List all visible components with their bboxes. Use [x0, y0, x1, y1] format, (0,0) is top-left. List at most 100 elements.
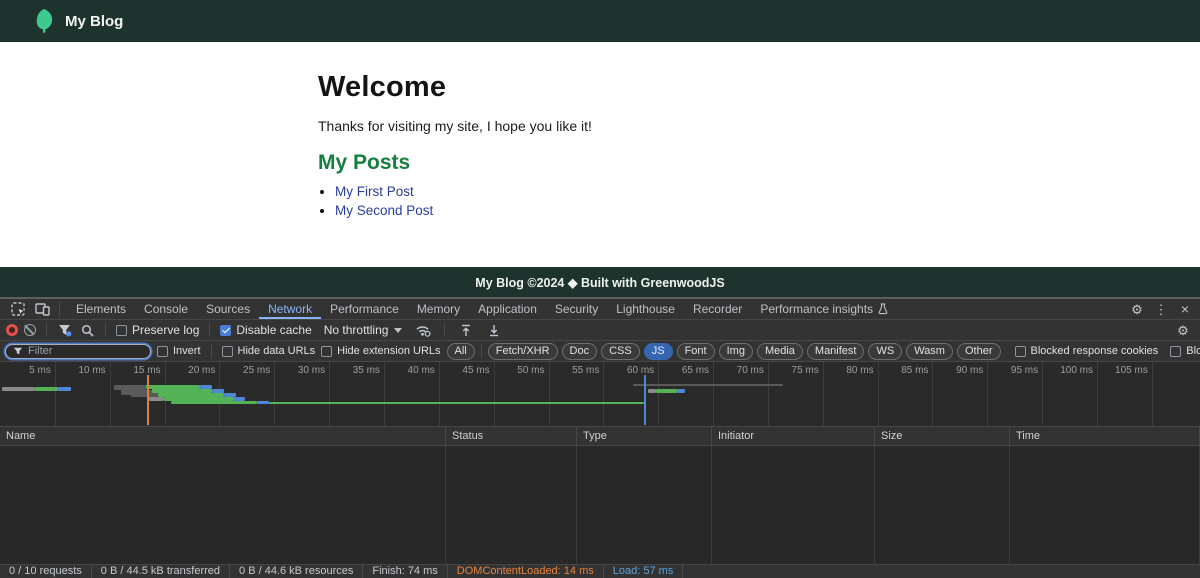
- kebab-menu-icon[interactable]: ⋮: [1150, 299, 1172, 319]
- column-header-time[interactable]: Time: [1010, 427, 1200, 445]
- filter-pill-wasm[interactable]: Wasm: [906, 343, 953, 360]
- tab-application[interactable]: Application: [469, 299, 546, 319]
- record-network-log-icon[interactable]: [6, 324, 18, 336]
- filter-pill-all[interactable]: All: [447, 343, 475, 360]
- tab-lighthouse[interactable]: Lighthouse: [607, 299, 684, 319]
- filter-input-pill[interactable]: [5, 344, 151, 359]
- column-header-type[interactable]: Type: [577, 427, 712, 445]
- screen: My Blog Welcome Thanks for visiting my s…: [0, 0, 1200, 578]
- settings-gear-icon[interactable]: ⚙: [1126, 299, 1148, 319]
- export-har-icon[interactable]: [483, 320, 505, 340]
- welcome-heading: Welcome: [318, 71, 1200, 104]
- blocked-response-cookies-checkbox[interactable]: Blocked response cookies: [1015, 345, 1159, 357]
- filter-pill-css[interactable]: CSS: [601, 343, 640, 360]
- filter-pill-img[interactable]: Img: [719, 343, 753, 360]
- clear-network-log-icon[interactable]: [24, 324, 36, 336]
- network-overview-timeline[interactable]: 5 ms10 ms15 ms20 ms25 ms30 ms35 ms40 ms4…: [0, 362, 1200, 427]
- tab-recorder[interactable]: Recorder: [684, 299, 751, 319]
- column-header-initiator[interactable]: Initiator: [712, 427, 875, 445]
- column-header-size[interactable]: Size: [875, 427, 1010, 445]
- hide-data-urls-checkbox[interactable]: Hide data URLs: [222, 345, 316, 357]
- waterfall-bar-gray: [149, 397, 164, 401]
- filter-input[interactable]: [28, 345, 128, 357]
- filter-pill-other[interactable]: Other: [957, 343, 1001, 360]
- checkbox-box[interactable]: [157, 346, 168, 357]
- timeline-tick-label: 105 ms: [1098, 365, 1148, 376]
- checkbox-label: Blocked requests: [1186, 345, 1200, 357]
- timeline-tick-label: 65 ms: [659, 365, 709, 376]
- tab-sources[interactable]: Sources: [197, 299, 259, 319]
- filter-pill-doc[interactable]: Doc: [562, 343, 598, 360]
- tab-security[interactable]: Security: [546, 299, 607, 319]
- requests-table-body[interactable]: [0, 446, 1200, 564]
- waterfall-bar-green: [35, 387, 58, 391]
- throttling-dropdown[interactable]: No throttling: [324, 323, 403, 337]
- divider: [481, 344, 482, 358]
- timeline-tick-label: 20 ms: [165, 365, 215, 376]
- checkbox-box[interactable]: [1170, 346, 1181, 357]
- network-filter-bar: Invert Hide data URLs Hide extension URL…: [0, 341, 1200, 362]
- checkbox-label: Blocked response cookies: [1031, 345, 1159, 357]
- post-link-my-second-post[interactable]: My Second Post: [335, 203, 433, 218]
- checkbox-box[interactable]: [220, 325, 231, 336]
- inspect-element-icon[interactable]: [7, 299, 29, 319]
- site-footer: My Blog ©2024 ◆ Built with GreenwoodJS: [0, 267, 1200, 297]
- close-devtools-icon[interactable]: ×: [1174, 299, 1196, 319]
- status-summary-3: Finish: 74 ms: [363, 565, 447, 578]
- filter-pill-fetch-xhr[interactable]: Fetch/XHR: [488, 343, 558, 360]
- filter-funnel-small-icon: [13, 347, 23, 356]
- column-body-time: [1010, 446, 1200, 564]
- waterfall-bar-gray: [2, 387, 35, 391]
- timeline-tick-label: 5 ms: [1, 365, 51, 376]
- preserve-log-checkbox[interactable]: Preserve log: [116, 323, 199, 337]
- devtools-tabbar: ElementsConsole Sources Network Performance…: [0, 299, 1200, 320]
- post-link-my-first-post[interactable]: My First Post: [335, 184, 414, 199]
- dcl-event-marker: [147, 375, 149, 425]
- timeline-tick-label: 75 ms: [769, 365, 819, 376]
- timeline-tick-label: 50 ms: [495, 365, 545, 376]
- status-load: Load: 57 ms: [604, 565, 684, 578]
- filter-pill-js[interactable]: JS: [644, 343, 673, 360]
- network-conditions-icon[interactable]: [412, 320, 434, 340]
- column-header-status[interactable]: Status: [446, 427, 577, 445]
- device-toolbar-icon[interactable]: [31, 299, 53, 319]
- waterfall-bar-blue: [677, 389, 685, 393]
- timeline-tick-label: 85 ms: [878, 365, 928, 376]
- experiment-flask-icon: [878, 303, 888, 315]
- filter-pill-font[interactable]: Font: [677, 343, 715, 360]
- extra-filter-checkboxes: Blocked response cookies Blocked requests…: [1015, 345, 1200, 357]
- tab-label: Sources: [206, 302, 250, 316]
- blocked-requests-checkbox[interactable]: Blocked requests: [1170, 345, 1200, 357]
- divider: [209, 323, 210, 337]
- tab-performance[interactable]: Performance: [321, 299, 408, 319]
- column-body-initiator: [712, 446, 875, 564]
- filter-funnel-icon[interactable]: [57, 320, 73, 340]
- tab-memory[interactable]: Memory: [408, 299, 469, 319]
- column-header-name[interactable]: Name: [0, 427, 446, 445]
- tab-console[interactable]: Console: [135, 299, 197, 319]
- tab-label: Network: [268, 302, 312, 316]
- filter-pill-media[interactable]: Media: [757, 343, 803, 360]
- tab-elements[interactable]: Elements: [67, 299, 135, 319]
- filter-pill-manifest[interactable]: Manifest: [807, 343, 865, 360]
- tab-label: Application: [478, 302, 537, 316]
- import-har-icon[interactable]: [455, 320, 477, 340]
- tab-label: Lighthouse: [616, 302, 675, 316]
- site-title: My Blog: [65, 13, 123, 30]
- network-settings-gear-icon[interactable]: ⚙: [1172, 320, 1194, 340]
- search-icon[interactable]: [79, 320, 95, 340]
- checkbox-label: Preserve log: [132, 323, 199, 337]
- checkbox-box[interactable]: [1015, 346, 1026, 357]
- timeline-tick-label: 10 ms: [56, 365, 106, 376]
- invert-checkbox[interactable]: Invert: [157, 345, 201, 357]
- disable-cache-checkbox[interactable]: Disable cache: [220, 323, 311, 337]
- checkbox-box[interactable]: [321, 346, 332, 357]
- post-list-item: My First Post: [335, 184, 1200, 199]
- checkbox-box[interactable]: [116, 325, 127, 336]
- timeline-tick-label: 55 ms: [549, 365, 599, 376]
- hide-extension-urls-checkbox[interactable]: Hide extension URLs: [321, 345, 440, 357]
- tab-performance-insights[interactable]: Performance insights: [751, 299, 897, 319]
- checkbox-box[interactable]: [222, 346, 233, 357]
- tab-network[interactable]: Network: [259, 299, 321, 319]
- filter-pill-ws[interactable]: WS: [868, 343, 902, 360]
